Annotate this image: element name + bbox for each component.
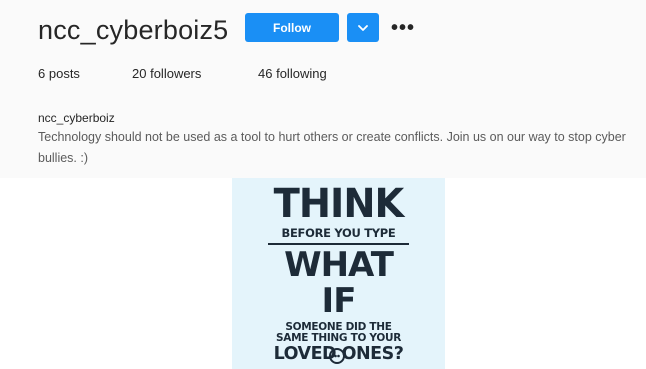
profile-username: ncc_cyberboiz5	[38, 15, 229, 45]
posts-label: posts	[48, 66, 80, 81]
more-options-icon: •••	[390, 17, 415, 39]
page: ncc_cyberboiz5 Follow ••• 6 posts 20 fol…	[0, 0, 646, 369]
poster-line-before-you-type: BEFORE YOU TYPE	[268, 226, 409, 245]
poster-line-same-thing: SAME THING TO YOUR	[276, 332, 401, 344]
followers-count: 20	[132, 66, 147, 81]
bio-text: Technology should not be used as a tool …	[38, 130, 626, 165]
poster-text-block: THINK BEFORE YOU TYPE WHAT IF SOMEONE DI…	[268, 182, 409, 364]
poster-line-what-if: WHAT IF	[284, 245, 394, 321]
profile-header: ncc_cyberboiz5 Follow ••• 6 posts 20 fol…	[0, 0, 646, 178]
posts-count: 6	[38, 66, 46, 81]
ncc-logo-icon	[329, 348, 345, 364]
chevron-down-icon	[358, 19, 368, 37]
poster-line-think: THINK	[273, 181, 405, 227]
more-options-button[interactable]: •••	[389, 14, 417, 42]
following-stat[interactable]: 46 following	[258, 66, 327, 81]
following-count: 46	[258, 66, 273, 81]
follow-button[interactable]: Follow	[245, 13, 339, 42]
followers-stat[interactable]: 20 followers	[132, 66, 201, 81]
suggested-accounts-dropdown-button[interactable]	[347, 13, 379, 42]
bio-full-name: ncc_cyberboiz	[38, 111, 115, 125]
posts-stat: 6 posts	[38, 66, 80, 81]
followers-label: followers	[150, 66, 202, 81]
following-label: following	[276, 66, 327, 81]
post-image[interactable]: THINK BEFORE YOU TYPE WHAT IF SOMEONE DI…	[232, 178, 445, 369]
